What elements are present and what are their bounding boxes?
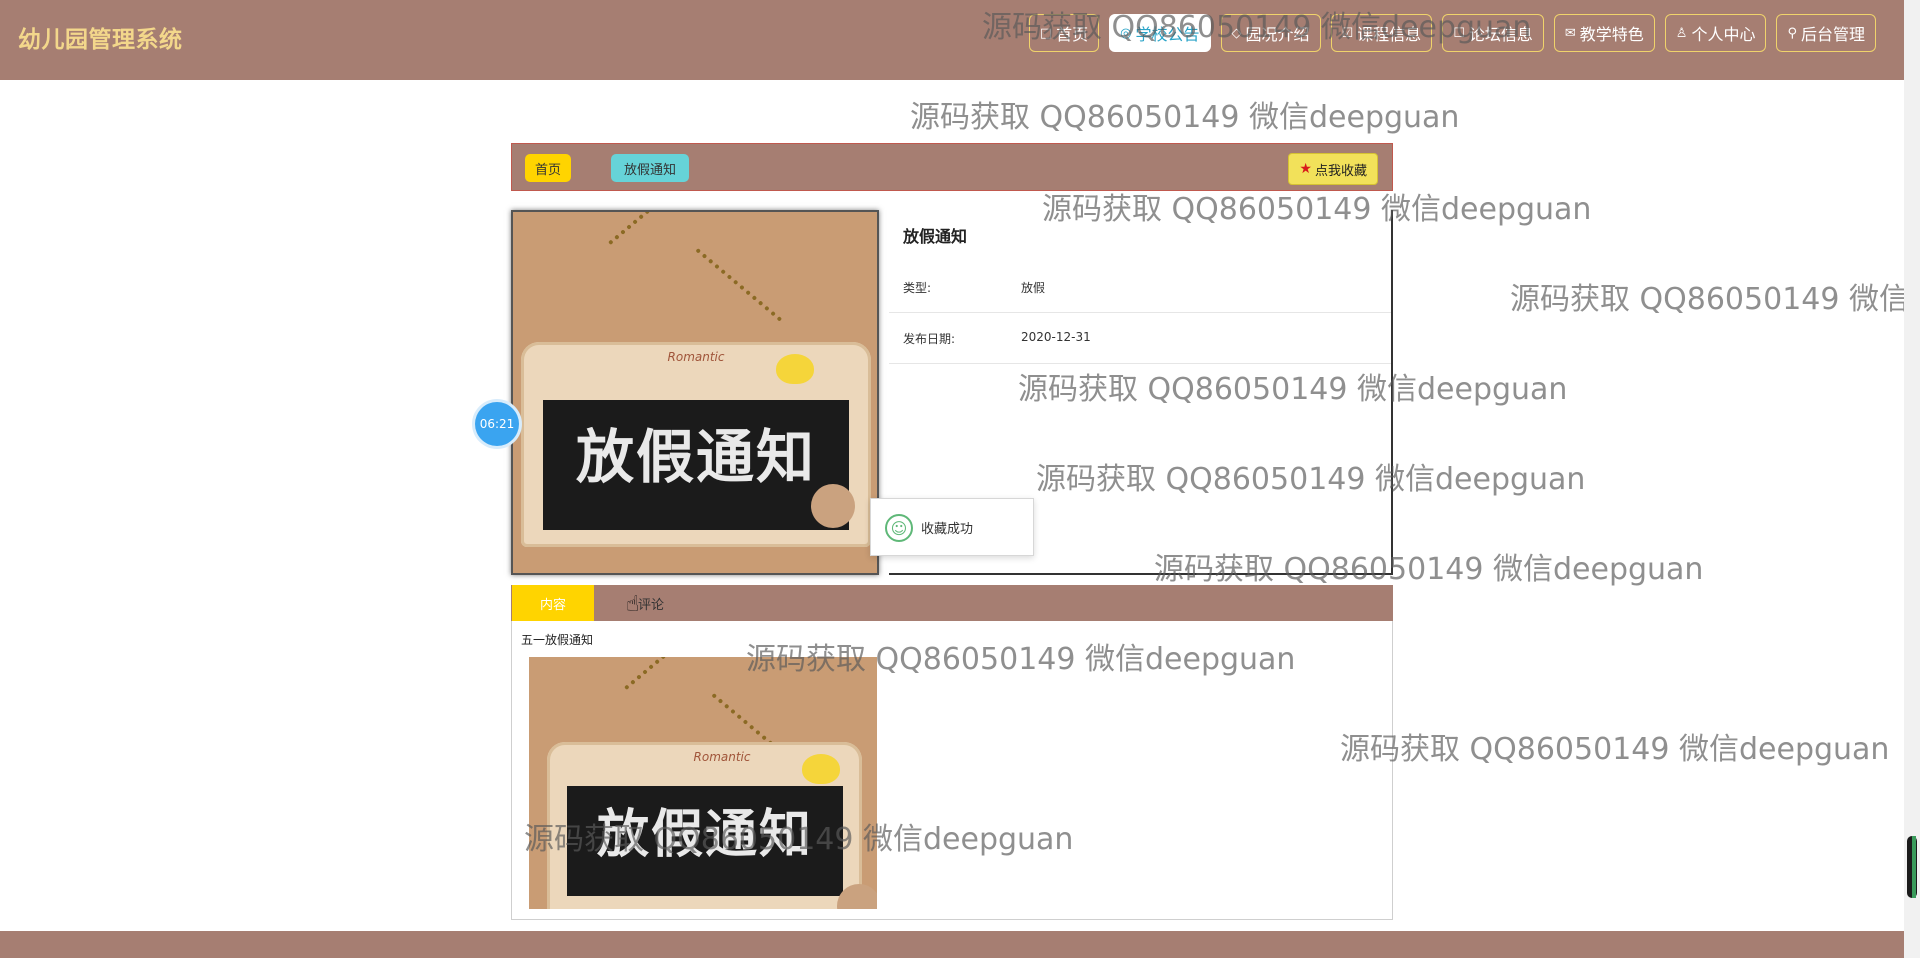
link-icon: ⚲ — [1787, 25, 1797, 41]
watermark: 源码获取 QQ86050149 微信deepguan — [1510, 282, 1904, 317]
watermark: 源码获取 QQ86050149 微信deepguan — [1018, 372, 1568, 407]
duck-ornament — [776, 354, 814, 384]
notice-image: Romantic 放假通知 — [511, 210, 879, 575]
frame-logo: Romantic — [667, 350, 725, 364]
mouse-ornament — [811, 484, 855, 528]
site-brand[interactable]: 幼儿园管理系统 — [18, 20, 183, 54]
content-image: Romantic 放假通知 — [529, 657, 877, 909]
breadcrumb-home[interactable]: 首页 — [525, 154, 572, 182]
toast-text: 收藏成功 — [921, 522, 974, 537]
date-value: 2020-12-31 — [1021, 330, 1091, 344]
favorite-button[interactable]: ★ 点我收藏 — [1288, 153, 1378, 185]
watermark: 源码获取 QQ86050149 微信deepguan — [1154, 552, 1704, 587]
type-value: 放假 — [1021, 281, 1046, 295]
timer-badge[interactable]: 06:21 — [475, 402, 519, 446]
watermark: 源码获取 QQ86050149 微信deepguan — [524, 822, 1074, 857]
content-text: 五一放假通知 — [521, 633, 594, 647]
nav-label: 后台管理 — [1800, 25, 1865, 44]
footer-bar — [0, 931, 1904, 958]
smile-icon: ☺ — [885, 514, 913, 542]
watermark: 源码获取 QQ86050149 微信deepguan — [746, 642, 1296, 677]
user-icon: ♙ — [1675, 25, 1688, 41]
nav-profile[interactable]: ♙ 个人中心 — [1664, 14, 1767, 52]
breadcrumb-current[interactable]: 放假通知 — [611, 154, 690, 182]
nav-features[interactable]: ✉ 教学特色 — [1553, 14, 1655, 52]
nav-admin[interactable]: ⚲ 后台管理 — [1776, 14, 1876, 52]
hand-cursor-icon: ☝ — [626, 592, 640, 617]
chalkboard-frame: Romantic 放假通知 — [521, 342, 871, 547]
tab-content[interactable]: 内容 — [512, 585, 594, 621]
chalkboard-text: 放假通知 — [575, 423, 816, 491]
detail-title: 放假通知 — [903, 227, 968, 246]
page-scrollbar[interactable] — [1904, 0, 1920, 958]
watermark: 源码获取 QQ86050149 微信deepguan — [910, 100, 1460, 135]
watermark: 源码获取 QQ86050149 微信deepguan — [982, 10, 1532, 45]
nav-label: 教学特色 — [1579, 25, 1644, 44]
mouse-ornament — [837, 884, 877, 909]
tabs-bar: 内容 评论 — [511, 585, 1393, 621]
star-icon: ★ — [1299, 161, 1312, 177]
nav-label: 个人中心 — [1691, 25, 1756, 44]
frame-logo: Romantic — [693, 750, 751, 764]
date-label: 发布日期: — [903, 332, 956, 346]
toast-message: ☺ 收藏成功 — [870, 498, 1034, 556]
watermark: 源码获取 QQ86050149 微信deepguan — [1042, 192, 1592, 227]
watermark: 源码获取 QQ86050149 微信deepguan — [1036, 462, 1586, 497]
duck-ornament — [802, 754, 840, 784]
chalkboard: 放假通知 — [543, 400, 849, 530]
scrollbar-accent — [1912, 836, 1916, 898]
type-label: 类型: — [903, 281, 932, 295]
watermark: 源码获取 QQ86050149 微信deepguan — [1340, 732, 1890, 767]
favorite-label: 点我收藏 — [1314, 163, 1367, 179]
mail-icon: ✉ — [1564, 25, 1576, 41]
top-navbar: 幼儿园管理系统 □ 首页 ◎ 学校公告 ◇ 园况介绍 ☑ 课程信息 ☐ 论坛信息 ✉ 教学特… — [0, 0, 1904, 80]
detail-type-row: 类型: 放假 — [889, 262, 1391, 313]
detail-date-row: 发布日期: 2020-12-31 — [889, 313, 1391, 364]
